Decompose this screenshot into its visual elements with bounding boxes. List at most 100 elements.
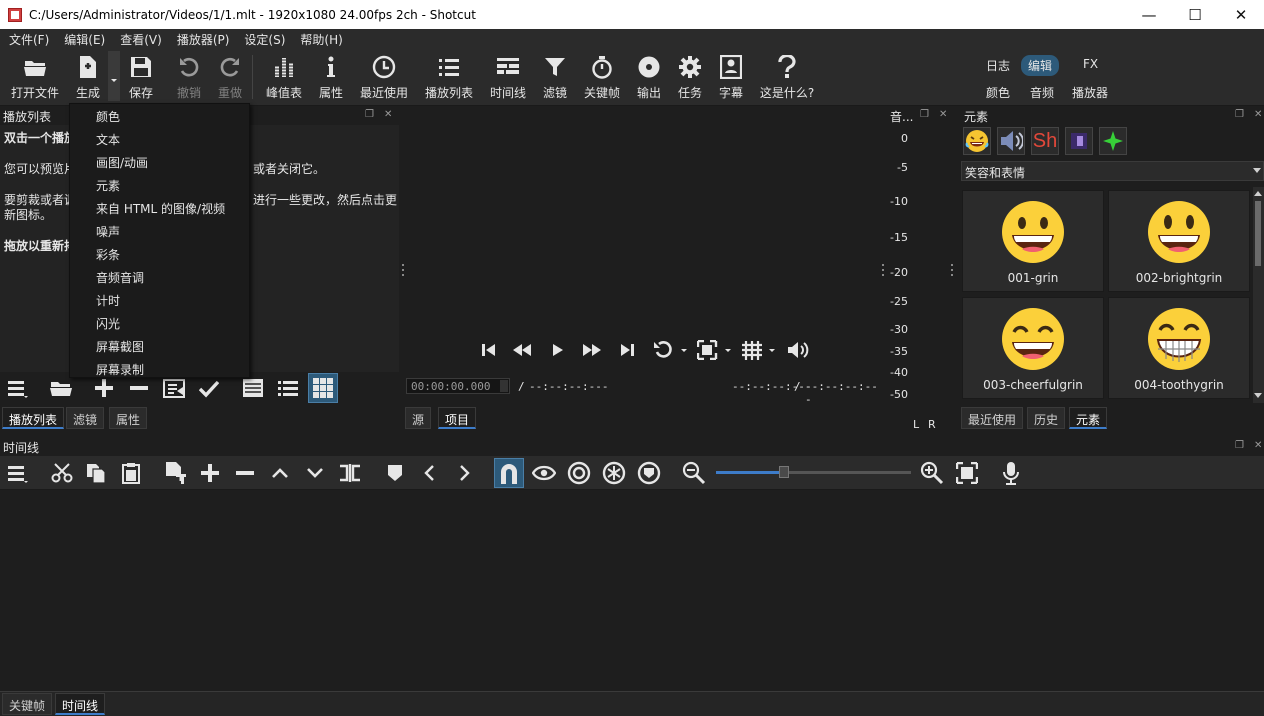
category-select[interactable]: 笑容和表情 (961, 161, 1264, 181)
element-tile[interactable]: 003-cheerfulgrin (962, 297, 1104, 399)
view-details-button[interactable] (240, 375, 266, 401)
subtitles-button[interactable]: 字幕 (703, 53, 759, 101)
open-file-button[interactable]: 打开文件 (7, 53, 63, 101)
timecode-spinner[interactable] (500, 380, 508, 392)
append-button[interactable] (163, 460, 189, 486)
scrollbar-thumb[interactable] (1255, 201, 1261, 266)
playlist-button[interactable]: 播放列表 (421, 53, 477, 101)
record-audio-button[interactable] (997, 460, 1025, 486)
fast-forward-button[interactable] (581, 339, 603, 361)
category-sound-button[interactable] (997, 127, 1025, 155)
timeline-add-button[interactable] (197, 460, 223, 486)
timeline-menu-button[interactable] (4, 460, 30, 486)
playlist-add-button[interactable] (91, 375, 117, 401)
menu-item-draw-animation[interactable]: 画图/动画 (96, 154, 148, 171)
element-tile[interactable]: 002-brightgrin (1108, 190, 1250, 292)
menu-item-color[interactable]: 颜色 (96, 108, 120, 125)
timecode-field[interactable]: 00:00:00.000 (406, 378, 510, 394)
ripple-button[interactable] (565, 460, 593, 486)
layout-logs[interactable]: 日志 (979, 55, 1017, 76)
skip-previous-button[interactable] (478, 339, 500, 361)
menu-item-color-bars[interactable]: 彩条 (96, 246, 120, 263)
minimize-button[interactable]: — (1126, 0, 1172, 29)
volume-button[interactable] (786, 339, 810, 361)
menu-file[interactable]: 文件(F) (0, 31, 55, 48)
tab-recent[interactable]: 最近使用 (961, 407, 1024, 429)
category-transition-button[interactable] (1065, 127, 1093, 155)
lift-button[interactable] (267, 460, 293, 486)
scrub-button[interactable] (530, 460, 558, 486)
previous-marker-button[interactable] (417, 460, 443, 486)
tab-history[interactable]: 历史 (1027, 407, 1066, 429)
elements-scrollbar[interactable] (1253, 187, 1264, 403)
whats-this-button[interactable]: 这是什么? (759, 53, 815, 101)
properties-button[interactable]: 属性 (303, 53, 359, 101)
tab-filters[interactable]: 滤镜 (66, 407, 105, 429)
close-panel-icon[interactable]: ✕ (939, 110, 949, 120)
splitter-handle[interactable] (951, 262, 954, 280)
float-panel-icon[interactable]: ❐ (365, 110, 375, 120)
menu-item-audio-tone[interactable]: 音频音调 (96, 269, 144, 286)
copy-button[interactable] (83, 460, 109, 486)
menu-item-elements[interactable]: 元素 (96, 177, 120, 194)
tab-project[interactable]: 项目 (438, 407, 477, 429)
menu-item-screen-record[interactable]: 屏幕录制 (96, 361, 144, 378)
skip-next-button[interactable] (616, 339, 638, 361)
menu-item-noise[interactable]: 噪声 (96, 223, 120, 240)
recent-button[interactable]: 最近使用 (356, 53, 412, 101)
layout-editing[interactable]: 编辑 (1021, 55, 1060, 76)
close-panel-icon[interactable]: ✕ (1254, 110, 1264, 120)
ripple-markers-button[interactable] (635, 460, 663, 486)
layout-player[interactable]: 播放器 (1065, 82, 1115, 103)
menu-item-count[interactable]: 计时 (96, 292, 120, 309)
zoom-fit-button[interactable] (696, 339, 734, 361)
tab-elements[interactable]: 元素 (1069, 407, 1108, 429)
rewind-button[interactable] (511, 339, 533, 361)
tab-source[interactable]: 源 (405, 407, 432, 429)
tab-properties[interactable]: 属性 (109, 407, 148, 429)
menu-item-blip-flash[interactable]: 闪光 (96, 315, 120, 332)
menu-item-screenshot[interactable]: 屏幕截图 (96, 338, 144, 355)
close-panel-icon[interactable]: ✕ (384, 110, 394, 120)
ripple-all-button[interactable] (600, 460, 628, 486)
splitter-handle[interactable] (402, 262, 405, 280)
element-tile[interactable]: 001-grin (962, 190, 1104, 292)
tab-timeline[interactable]: 时间线 (55, 693, 106, 715)
zoom-slider[interactable] (716, 466, 911, 478)
zoom-fit-button[interactable] (953, 460, 981, 486)
tab-keyframes[interactable]: 关键帧 (2, 693, 53, 715)
grid-overlay-button[interactable] (740, 339, 778, 361)
playlist-update-button[interactable] (161, 375, 187, 401)
next-marker-button[interactable] (451, 460, 477, 486)
loop-button[interactable] (652, 339, 690, 361)
menu-item-text[interactable]: 文本 (96, 131, 120, 148)
maximize-button[interactable]: ☐ (1172, 0, 1218, 29)
layout-color[interactable]: 颜色 (979, 82, 1017, 103)
playlist-remove-button[interactable] (126, 375, 152, 401)
playlist-check-button[interactable] (196, 375, 222, 401)
category-sparkle-button[interactable] (1099, 127, 1127, 155)
menu-edit[interactable]: 编辑(E) (55, 31, 111, 48)
layout-audio[interactable]: 音频 (1023, 82, 1061, 103)
float-panel-icon[interactable]: ❐ (920, 110, 930, 120)
split-button[interactable] (337, 460, 363, 486)
snap-button[interactable] (494, 458, 524, 488)
close-panel-icon[interactable]: ✕ (1254, 441, 1264, 451)
float-panel-icon[interactable]: ❐ (1235, 441, 1245, 451)
menu-help[interactable]: 帮助(H) (291, 31, 348, 48)
timeline-remove-button[interactable] (232, 460, 258, 486)
zoom-slider-thumb[interactable] (779, 466, 790, 478)
category-emoji-button[interactable] (963, 127, 991, 155)
cut-button[interactable] (49, 460, 75, 486)
menu-view[interactable]: 查看(V) (111, 31, 168, 48)
timeline-tracks-area[interactable] (0, 491, 1264, 690)
overwrite-button[interactable] (302, 460, 328, 486)
paste-button[interactable] (118, 460, 144, 486)
view-list-button[interactable] (275, 375, 301, 401)
menu-player[interactable]: 播放器(P) (168, 31, 236, 48)
close-button[interactable]: ✕ (1218, 0, 1264, 29)
view-icons-button[interactable] (308, 373, 338, 403)
zoom-out-button[interactable] (680, 460, 708, 486)
element-tile[interactable]: 004-toothygrin (1108, 297, 1250, 399)
category-text-button[interactable]: Sh (1031, 127, 1059, 155)
